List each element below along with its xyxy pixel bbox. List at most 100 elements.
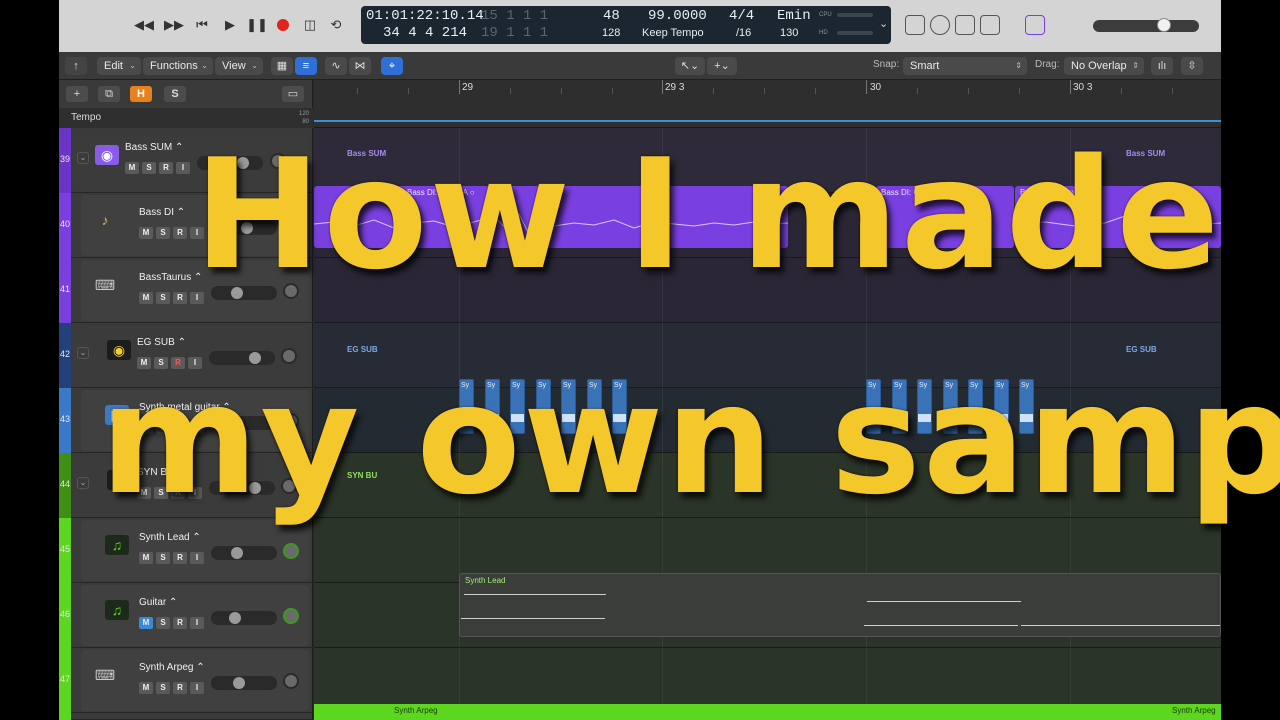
input-monitor-button[interactable]: I <box>190 682 204 694</box>
volume-knob[interactable] <box>231 287 243 299</box>
rewind-icon[interactable]: ◀◀ <box>133 14 155 36</box>
metronome-icon[interactable] <box>930 15 950 35</box>
midi-region-synth-arpeg[interactable]: Synth Arpeg Synth Arpeg <box>314 704 1221 720</box>
track-row[interactable]: 41 ⌨ BassTaurus ⌃ MSRI <box>59 258 313 323</box>
track-name[interactable]: Bass SUM ⌃ <box>125 142 183 153</box>
solo-global-button[interactable]: S <box>164 86 186 102</box>
capture-record-icon[interactable]: ◫ <box>299 14 321 36</box>
snap-select[interactable]: Smart ⇕ <box>903 57 1027 75</box>
input-monitor-button[interactable]: I <box>190 292 204 304</box>
tuner-icon[interactable] <box>905 15 925 35</box>
midi-region[interactable]: Sy <box>892 379 907 434</box>
track-row[interactable]: 47 ⌨ Synth Arpeg ⌃ MSRI <box>59 648 313 713</box>
track-row[interactable]: 43 ▦ Synth metal guitar ⌃ MSRI <box>59 388 313 453</box>
record-enable-button[interactable]: R <box>173 422 187 434</box>
audio-region[interactable]: Bass DI: Comp A ○ <box>314 186 788 248</box>
lcd-dropdown-icon[interactable]: ⌄ <box>879 17 888 30</box>
waveform-zoom-icon[interactable]: ılı <box>1151 57 1173 75</box>
record-enable-button[interactable]: R <box>173 617 187 629</box>
record-enable-button[interactable]: R <box>159 162 173 174</box>
mute-button[interactable]: M <box>137 487 151 499</box>
smart-tempo-icon[interactable] <box>1025 15 1045 35</box>
vertical-zoom-icon[interactable]: ⇳ <box>1181 57 1203 75</box>
volume-knob[interactable] <box>249 352 261 364</box>
go-to-start-icon[interactable]: ⏮ <box>191 14 213 36</box>
track-name[interactable]: EG SUB ⌃ <box>137 337 186 348</box>
track-name[interactable]: SYN BUS ⌃ <box>137 467 192 478</box>
midi-region[interactable]: Sy <box>866 379 881 434</box>
hide-button[interactable]: H <box>130 86 152 102</box>
volume-knob[interactable] <box>237 157 249 169</box>
input-monitor-button[interactable]: I <box>176 162 190 174</box>
track-row[interactable]: 45 ♫ Synth Lead ⌃ MSRI <box>59 518 313 583</box>
pan-knob[interactable] <box>270 153 286 169</box>
mute-button[interactable]: M <box>137 357 151 369</box>
ruler[interactable]: 29 29 3 30 30 3 <box>314 80 1221 128</box>
tempo-track[interactable]: Tempo 120 80 <box>59 108 313 128</box>
volume-knob[interactable] <box>241 222 253 234</box>
volume-slider[interactable] <box>209 481 275 495</box>
track-row[interactable]: 44 ⌄ ◉ SYN BUS ⌃ MSRI <box>59 453 313 518</box>
volume-knob[interactable] <box>229 612 241 624</box>
back-icon[interactable]: ↑ <box>65 57 87 75</box>
track-name[interactable]: BassTaurus ⌃ <box>139 272 202 283</box>
mute-button[interactable]: M <box>139 292 153 304</box>
midi-region[interactable]: Sy <box>510 379 525 434</box>
midi-region[interactable]: Sy <box>459 379 474 434</box>
midi-region[interactable]: Sy <box>587 379 602 434</box>
volume-knob[interactable] <box>249 482 261 494</box>
midi-region[interactable]: Sy <box>536 379 551 434</box>
pan-knob[interactable] <box>281 348 297 364</box>
solo-button[interactable]: S <box>142 162 156 174</box>
midi-region[interactable]: Sy <box>1019 379 1034 434</box>
mute-button[interactable]: M <box>139 682 153 694</box>
input-monitor-button[interactable]: I <box>190 227 204 239</box>
solo-button[interactable]: S <box>154 357 168 369</box>
play-icon[interactable]: ▶ <box>219 14 241 36</box>
duplicate-track-icon[interactable]: ⧉ <box>98 86 120 102</box>
mute-button[interactable]: M <box>139 552 153 564</box>
view-menu[interactable]: View ⌄ <box>215 57 263 75</box>
input-monitor-button[interactable]: I <box>190 422 204 434</box>
marquee-tool-icon[interactable]: +⌄ <box>707 57 737 75</box>
midi-region[interactable]: Sy <box>994 379 1009 434</box>
record-enable-button[interactable]: R <box>171 487 185 499</box>
chevron-down-icon[interactable]: ⌄ <box>77 152 89 164</box>
midi-region[interactable]: Sy <box>917 379 932 434</box>
mute-button[interactable]: M <box>125 162 139 174</box>
input-monitor-button[interactable]: I <box>190 552 204 564</box>
record-enable-button[interactable]: R <box>173 682 187 694</box>
record-enable-button[interactable]: R <box>171 357 185 369</box>
pan-knob[interactable] <box>283 283 299 299</box>
input-monitor-button[interactable]: I <box>188 487 202 499</box>
volume-slider[interactable] <box>197 156 263 170</box>
track-row[interactable]: 39 ⌄ ◉ Bass SUM ⌃ MSRI <box>59 128 313 193</box>
midi-region[interactable]: Sy <box>612 379 627 434</box>
volume-slider[interactable] <box>209 351 275 365</box>
mute-button[interactable]: M <box>139 422 153 434</box>
track-name[interactable]: Synth Lead ⌃ <box>139 532 201 543</box>
flex-icon[interactable]: ⋈ <box>349 57 371 75</box>
solo-button[interactable]: S <box>156 552 170 564</box>
solo-button[interactable]: S <box>156 292 170 304</box>
pan-knob[interactable] <box>281 478 297 494</box>
solo-button[interactable]: S <box>156 682 170 694</box>
pan-knob[interactable] <box>283 218 299 234</box>
track-name[interactable]: Bass DI ⌃ <box>139 207 185 218</box>
functions-menu[interactable]: Functions ⌄ <box>143 57 213 75</box>
record-enable-button[interactable]: R <box>173 552 187 564</box>
lcd-display[interactable]: 01:01:22:10.14 34 4 4 214 15 1 1 1 19 1 … <box>361 6 891 44</box>
pan-knob[interactable] <box>283 608 299 624</box>
master-volume-knob[interactable] <box>1157 18 1171 32</box>
record-enable-button[interactable]: R <box>173 227 187 239</box>
audio-region[interactable]: Bass DI: Comp A ○ <box>876 186 1014 248</box>
edit-menu[interactable]: Edit ⌄ <box>97 57 141 75</box>
mute-button[interactable]: M <box>139 617 153 629</box>
volume-knob[interactable] <box>231 547 243 559</box>
solo-button[interactable]: S <box>156 227 170 239</box>
volume-slider[interactable] <box>211 546 277 560</box>
chevron-down-icon[interactable]: ⌄ <box>77 347 89 359</box>
record-button[interactable] <box>272 14 294 36</box>
add-track-icon[interactable]: + <box>66 86 88 102</box>
pointer-tool-icon[interactable]: ↖⌄ <box>675 57 705 75</box>
